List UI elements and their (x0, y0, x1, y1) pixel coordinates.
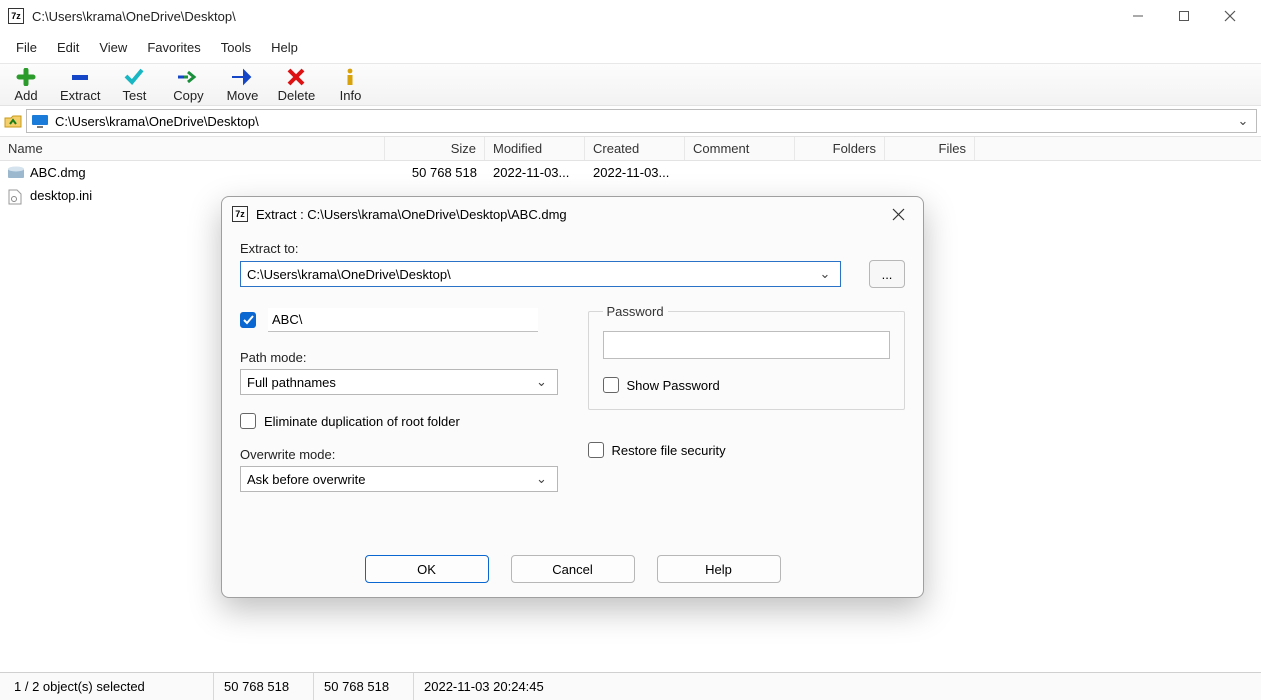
toolbar-extract[interactable]: Extract (60, 68, 100, 103)
pathbar: ⌄ (0, 106, 1261, 137)
subfolder-checkbox[interactable] (240, 312, 256, 328)
overwrite-mode-label: Overwrite mode: (240, 447, 558, 462)
menu-file[interactable]: File (6, 36, 47, 59)
password-legend: Password (603, 304, 668, 319)
minus-icon (69, 68, 91, 86)
path-input[interactable] (55, 114, 1228, 129)
move-arrow-icon (231, 68, 253, 86)
eliminate-dup-label: Eliminate duplication of root folder (264, 414, 460, 429)
col-name[interactable]: Name (0, 137, 385, 160)
toolbar-info[interactable]: Info (330, 68, 370, 103)
window-title: C:\Users\krama\OneDrive\Desktop\ (32, 9, 1115, 24)
password-input[interactable] (603, 331, 891, 359)
menu-tools[interactable]: Tools (211, 36, 261, 59)
statusbar: 1 / 2 object(s) selected 50 768 518 50 7… (0, 672, 1261, 700)
check-icon (123, 68, 145, 86)
ini-file-icon (8, 189, 24, 203)
toolbar-delete[interactable]: Delete (276, 68, 316, 103)
col-modified[interactable]: Modified (485, 137, 585, 160)
file-name: desktop.ini (30, 188, 92, 203)
file-name: ABC.dmg (30, 165, 86, 180)
extract-to-input[interactable] (247, 267, 816, 282)
list-row[interactable]: ABC.dmg 50 768 518 2022-11-03... 2022-11… (0, 161, 1261, 184)
path-mode-label: Path mode: (240, 350, 558, 365)
file-created: 2022-11-03... (585, 163, 685, 182)
app-icon: 7z (8, 8, 24, 24)
toolbar-test-label: Test (123, 88, 147, 103)
cancel-button[interactable]: Cancel (511, 555, 635, 583)
status-size1: 50 768 518 (214, 673, 314, 700)
password-group: Password Show Password (588, 304, 906, 410)
status-date: 2022-11-03 20:24:45 (414, 673, 554, 700)
toolbar-add[interactable]: Add (6, 68, 46, 103)
overwrite-mode-value: Ask before overwrite (247, 472, 533, 487)
chevron-down-icon[interactable]: ⌄ (533, 471, 551, 487)
window-titlebar: 7z C:\Users\krama\OneDrive\Desktop\ (0, 0, 1261, 32)
chevron-down-icon[interactable]: ⌄ (533, 374, 551, 390)
col-folders[interactable]: Folders (795, 137, 885, 160)
menubar: File Edit View Favorites Tools Help (0, 32, 1261, 64)
status-size2: 50 768 518 (314, 673, 414, 700)
path-mode-combo[interactable]: Full pathnames ⌄ (240, 369, 558, 395)
toolbar-info-label: Info (340, 88, 362, 103)
status-selection: 1 / 2 object(s) selected (4, 673, 214, 700)
col-size[interactable]: Size (385, 137, 485, 160)
extract-to-combo[interactable]: ⌄ (240, 261, 841, 287)
path-dropdown-icon[interactable]: ⌄ (1234, 113, 1252, 129)
toolbar-delete-label: Delete (278, 88, 316, 103)
folder-up-icon[interactable] (4, 112, 22, 130)
path-input-wrap: ⌄ (26, 109, 1257, 133)
col-created[interactable]: Created (585, 137, 685, 160)
help-button[interactable]: Help (657, 555, 781, 583)
toolbar-test[interactable]: Test (114, 68, 154, 103)
dialog-buttons: OK Cancel Help (222, 549, 923, 597)
ok-button[interactable]: OK (365, 555, 489, 583)
chevron-down-icon[interactable]: ⌄ (816, 266, 834, 282)
eliminate-dup-checkbox[interactable] (240, 413, 256, 429)
toolbar: Add Extract Test Copy Move Delete Info (0, 64, 1261, 106)
path-mode-value: Full pathnames (247, 375, 533, 390)
subfolder-input[interactable] (268, 308, 538, 332)
list-header: Name Size Modified Created Comment Folde… (0, 137, 1261, 161)
menu-view[interactable]: View (89, 36, 137, 59)
menu-favorites[interactable]: Favorites (137, 36, 210, 59)
disk-image-icon (8, 166, 24, 180)
show-password-checkbox[interactable] (603, 377, 619, 393)
menu-help[interactable]: Help (261, 36, 308, 59)
window-controls (1115, 0, 1253, 32)
toolbar-move[interactable]: Move (222, 68, 262, 103)
col-files[interactable]: Files (885, 137, 975, 160)
restore-security-label: Restore file security (612, 443, 726, 458)
show-password-label: Show Password (627, 378, 720, 393)
toolbar-extract-label: Extract (60, 88, 100, 103)
browse-button[interactable]: ... (869, 260, 905, 288)
toolbar-add-label: Add (14, 88, 37, 103)
file-modified: 2022-11-03... (485, 163, 585, 182)
file-size: 50 768 518 (385, 163, 485, 182)
toolbar-copy-label: Copy (173, 88, 203, 103)
dialog-title: Extract : C:\Users\krama\OneDrive\Deskto… (256, 207, 883, 222)
restore-security-checkbox[interactable] (588, 442, 604, 458)
extract-to-label: Extract to: (240, 241, 905, 256)
monitor-icon (31, 114, 49, 128)
overwrite-mode-combo[interactable]: Ask before overwrite ⌄ (240, 466, 558, 492)
minimize-button[interactable] (1115, 0, 1161, 32)
toolbar-copy[interactable]: Copy (168, 68, 208, 103)
maximize-button[interactable] (1161, 0, 1207, 32)
menu-edit[interactable]: Edit (47, 36, 89, 59)
copy-arrow-icon (177, 68, 199, 86)
dialog-titlebar: 7z Extract : C:\Users\krama\OneDrive\Des… (222, 197, 923, 231)
plus-icon (15, 68, 37, 86)
close-button[interactable] (1207, 0, 1253, 32)
dialog-close-button[interactable] (883, 199, 913, 229)
toolbar-move-label: Move (227, 88, 259, 103)
col-comment[interactable]: Comment (685, 137, 795, 160)
app-icon: 7z (232, 206, 248, 222)
extract-dialog: 7z Extract : C:\Users\krama\OneDrive\Des… (221, 196, 924, 598)
delete-icon (285, 68, 307, 86)
info-icon (339, 68, 361, 86)
